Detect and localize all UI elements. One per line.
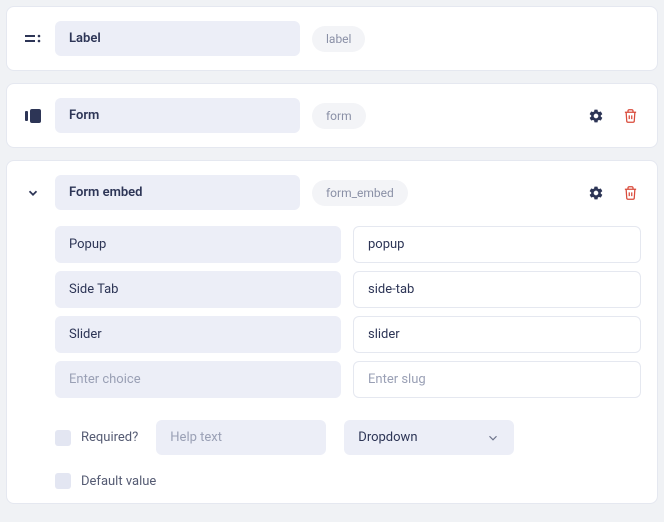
choice-slug-input[interactable] [353,316,641,353]
field-slug: form [312,103,366,129]
choice-label-input[interactable] [55,361,341,398]
required-checkbox[interactable] [55,430,71,446]
settings-icon[interactable] [585,105,607,127]
field-slug: form_embed [312,180,408,206]
choice-slug-input[interactable] [353,271,641,308]
field-card-form: Form form [6,83,658,148]
field-type-select[interactable]: Dropdown [344,420,514,455]
choice-slug-input[interactable] [353,361,641,398]
choice-row [55,226,641,263]
field-slug: label [312,26,365,52]
field-header: Label label [23,21,641,56]
field-body: Required? Dropdown Default value [55,226,641,489]
cards-icon[interactable] [23,109,43,123]
field-card-label: Label label [6,6,658,71]
chevron-down-icon[interactable] [23,186,43,200]
field-label[interactable]: Label [55,21,300,56]
field-label[interactable]: Form [55,98,300,133]
field-card-form-embed: Form embed form_embed R [6,160,658,504]
default-value-label: Default value [81,474,156,489]
choice-label-input[interactable] [55,226,341,263]
default-value-option: Default value [55,473,641,489]
choice-label-input[interactable] [55,316,341,353]
required-option: Required? [55,430,138,446]
choice-row [55,316,641,353]
field-header: Form form [23,98,641,133]
choice-slug-input[interactable] [353,226,641,263]
required-label: Required? [81,430,138,445]
field-header: Form embed form_embed [23,175,641,210]
delete-icon[interactable] [619,182,641,204]
choice-row [55,271,641,308]
choice-row-new [55,361,641,398]
settings-icon[interactable] [585,182,607,204]
field-type-value: Dropdown [358,430,417,445]
field-options: Required? Dropdown [55,420,641,455]
drag-handle-icon[interactable] [23,34,43,44]
chevron-down-icon [486,431,500,445]
default-value-checkbox[interactable] [55,473,71,489]
help-text-input[interactable] [156,420,326,455]
choice-label-input[interactable] [55,271,341,308]
field-label[interactable]: Form embed [55,175,300,210]
delete-icon[interactable] [619,105,641,127]
